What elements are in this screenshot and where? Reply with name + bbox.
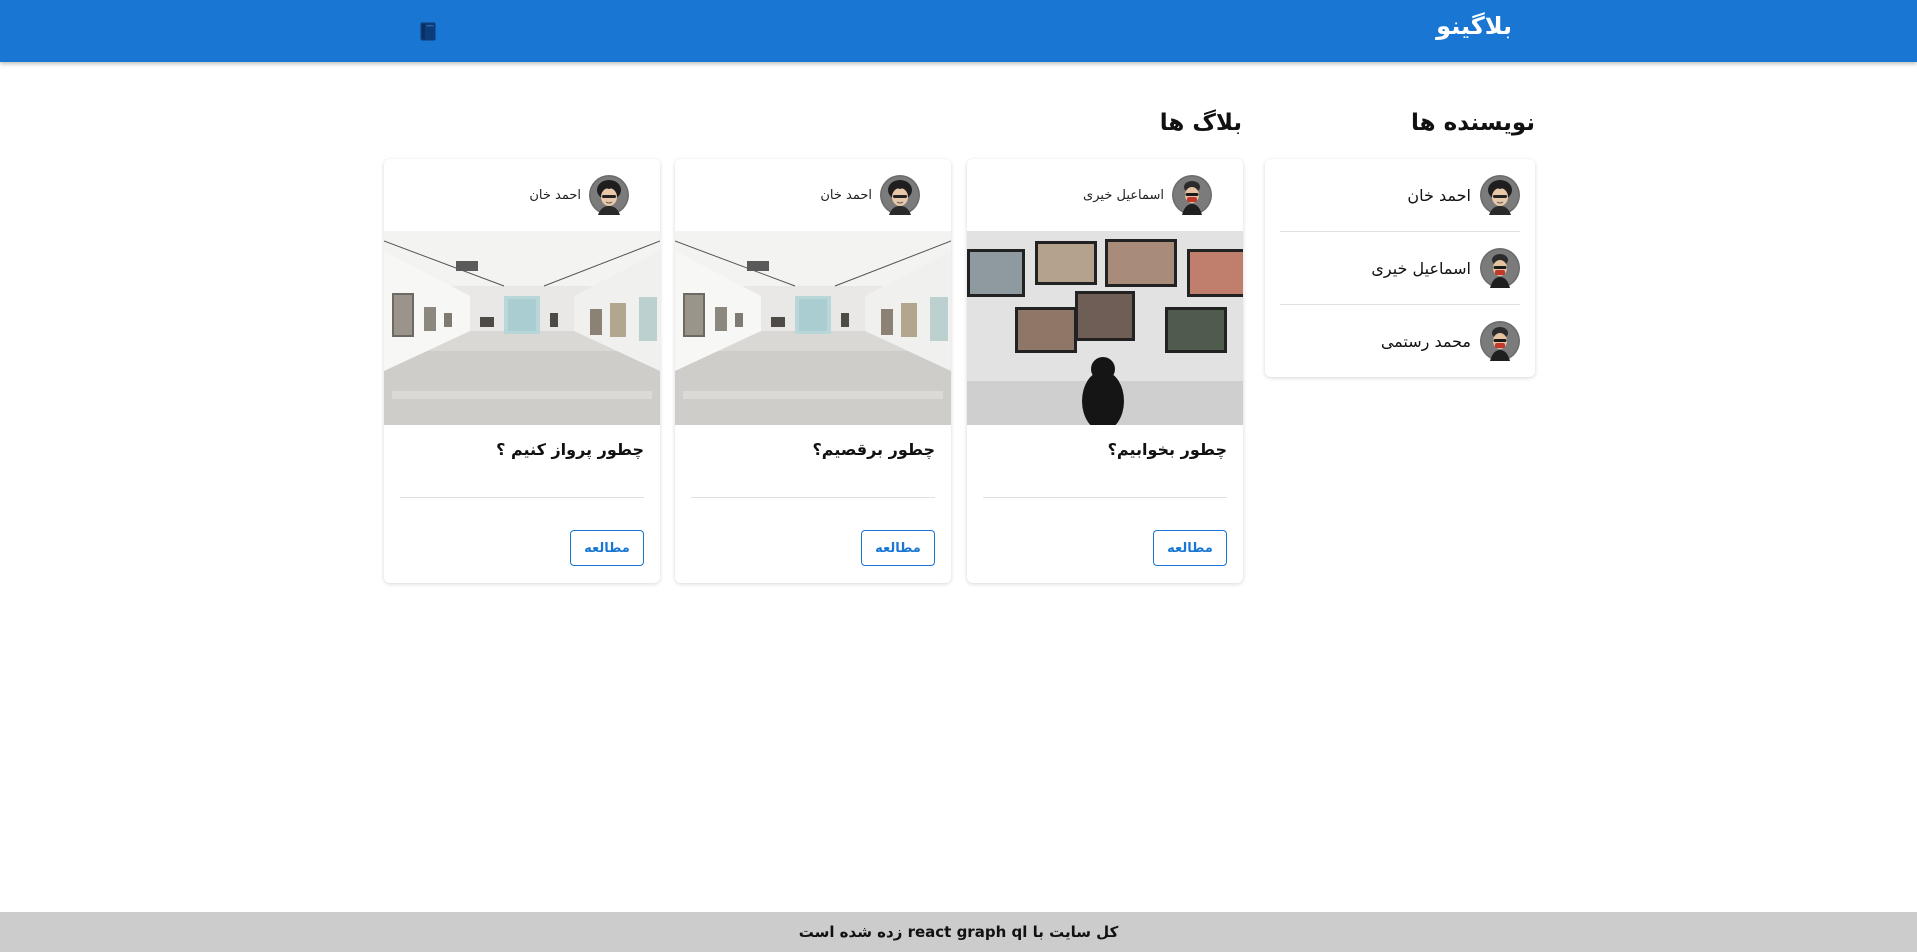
divider	[983, 497, 1227, 498]
card-author: اسماعیل خیری	[967, 159, 1243, 231]
blogs-title: بلاگ ها	[1159, 110, 1242, 136]
card-author-name: احمد خان	[820, 187, 872, 203]
card-author: احمد خان	[384, 159, 660, 231]
gallery-wall-image	[967, 231, 1243, 425]
avatar	[1172, 175, 1212, 215]
blog-card: احمد خان چطور پرواز کنیم ؟ مطالعه	[384, 159, 660, 583]
read-button[interactable]: مطالعه	[1153, 530, 1227, 566]
card-author: احمد خان	[675, 159, 951, 231]
card-author-name: اسماعیل خیری	[1083, 187, 1164, 203]
blog-card: احمد خان چطور برقصیم؟ مطالعه	[675, 159, 951, 583]
avatar	[1480, 248, 1520, 288]
avatar	[880, 175, 920, 215]
footer: کل سایت با react graph ql زده شده است	[0, 912, 1917, 952]
card-title: چطور پرواز کنیم ؟	[496, 440, 644, 459]
avatar	[1480, 321, 1520, 361]
card-title: چطور بخوابیم؟	[1107, 440, 1227, 459]
divider	[1280, 231, 1520, 232]
read-button[interactable]: مطالعه	[570, 530, 644, 566]
divider	[691, 497, 935, 498]
author-name: اسماعیل خیری	[1371, 258, 1471, 278]
book-icon[interactable]	[420, 22, 436, 41]
divider	[1280, 304, 1520, 305]
card-author-name: احمد خان	[529, 187, 581, 203]
author-row[interactable]: احمد خان	[1280, 167, 1520, 223]
card-title: چطور برقصیم؟	[812, 440, 936, 459]
blog-card: اسماعیل خیری چطور بخوابیم؟ مطالعه	[967, 159, 1243, 583]
app-bar: بلاگینو	[0, 0, 1917, 62]
author-name: احمد خان	[1407, 185, 1471, 205]
read-button[interactable]: مطالعه	[861, 530, 935, 566]
authors-title: نویسنده ها	[1411, 110, 1535, 136]
gallery-hall-image	[675, 231, 951, 425]
author-row[interactable]: اسماعیل خیری	[1280, 240, 1520, 296]
authors-panel: احمد خان اسماعیل خیری محمد رستمی	[1265, 159, 1535, 377]
author-name: محمد رستمی	[1380, 331, 1471, 351]
avatar	[589, 175, 629, 215]
gallery-hall-image	[384, 231, 660, 425]
author-row[interactable]: محمد رستمی	[1280, 313, 1520, 369]
divider	[400, 497, 644, 498]
brand-title[interactable]: بلاگینو	[1436, 12, 1512, 40]
avatar	[1480, 175, 1520, 215]
footer-text: کل سایت با react graph ql زده شده است	[798, 923, 1119, 941]
